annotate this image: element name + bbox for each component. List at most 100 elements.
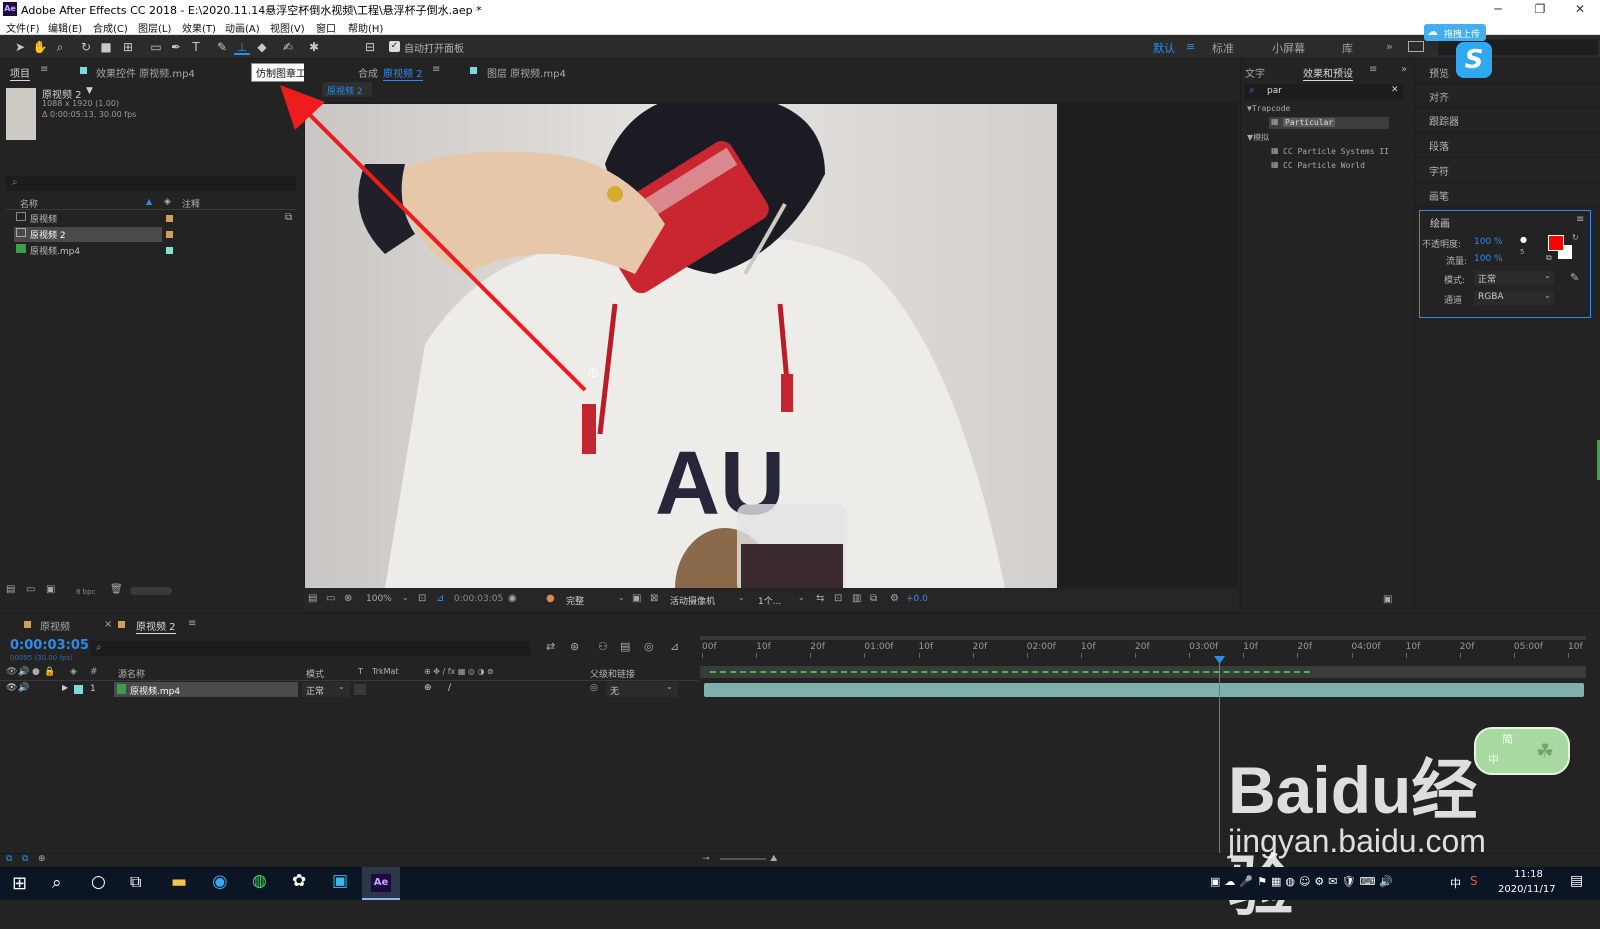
layer-switches-toggle-icon[interactable]: ⧉: [6, 854, 12, 864]
tab-composition[interactable]: 原视频 2: [383, 65, 423, 81]
fast-preview-icon[interactable]: ⊡: [834, 593, 842, 604]
panel-brushes[interactable]: 画笔: [1415, 183, 1600, 207]
grid-icon[interactable]: ⊡: [418, 593, 426, 604]
transfer-controls-toggle-icon[interactable]: ⧉: [22, 854, 28, 864]
mode-select[interactable]: 正常 ⌄: [1474, 271, 1554, 285]
effect-item[interactable]: ▦ CC Particle World: [1271, 160, 1411, 172]
camera-tool-icon[interactable]: ■: [98, 39, 114, 55]
timeline-timecode[interactable]: 0:00:03:05: [10, 638, 89, 653]
menu-animation[interactable]: 动画(A): [225, 20, 260, 35]
hand-tool-icon[interactable]: ✋: [32, 39, 48, 55]
close-tab-icon[interactable]: ×: [104, 619, 112, 630]
trkmat-select[interactable]: [354, 684, 366, 695]
wechat-icon[interactable]: ◍: [252, 871, 267, 891]
effects-search-input[interactable]: ⌕ par ✕: [1245, 84, 1403, 99]
clone-stamp-tool-icon[interactable]: ⊥: [234, 39, 250, 55]
workspace-toggle-icon[interactable]: [1408, 41, 1424, 52]
chevron-down-icon[interactable]: ⌄: [738, 593, 745, 602]
pen-tool-icon[interactable]: ✒: [168, 39, 184, 55]
pick-whip-icon[interactable]: ◎: [590, 683, 598, 693]
effect-item-selected[interactable]: ▦ Particular: [1269, 117, 1389, 129]
paint-panel-menu-icon[interactable]: ≡: [1576, 214, 1584, 225]
expand-icon[interactable]: »: [1401, 64, 1407, 75]
tab-text[interactable]: 文字: [1245, 65, 1265, 80]
tab-layer[interactable]: 图层 原视频.mp4: [487, 65, 566, 80]
transparency-grid-icon[interactable]: ⊿: [436, 593, 444, 604]
column-source-name[interactable]: 源名称: [118, 667, 145, 680]
tree-group-trapcode[interactable]: ▼Trapcode: [1247, 104, 1290, 113]
flowchart-icon[interactable]: ⧉: [870, 593, 877, 604]
edge-browser-icon[interactable]: ◉: [212, 871, 228, 892]
menu-help[interactable]: 帮助(H): [348, 20, 383, 35]
upload-button[interactable]: ☁ 拖拽上传: [1424, 24, 1486, 41]
workspace-library[interactable]: 库: [1342, 40, 1353, 56]
project-item-selected[interactable]: 原视频 2: [14, 227, 162, 242]
resolution-select[interactable]: 完整: [566, 594, 584, 607]
workspace-small-screen[interactable]: 小屏幕: [1272, 40, 1305, 56]
interpret-footage-icon[interactable]: ▤: [6, 584, 15, 595]
text-tool-icon[interactable]: T: [188, 39, 204, 55]
view-layout-select[interactable]: 1个...: [758, 594, 781, 607]
windows-start-icon[interactable]: ⊞: [12, 873, 27, 894]
timeline-icon[interactable]: ▥: [852, 593, 861, 604]
audio-icon[interactable]: 🔊: [18, 683, 29, 693]
thumbnail-slider[interactable]: [130, 587, 172, 595]
workspace-default[interactable]: 默认: [1153, 40, 1175, 56]
workspace-menu-icon[interactable]: ≡: [1186, 40, 1195, 53]
playhead-handle[interactable]: [1214, 656, 1226, 664]
layer-mode-select[interactable]: 正常 ⌄: [302, 682, 350, 697]
pan-behind-tool-icon[interactable]: ⊞: [120, 39, 136, 55]
menu-effect[interactable]: 效果(T): [182, 20, 216, 35]
snapping-icon[interactable]: ⊟: [362, 39, 378, 55]
channel-select[interactable]: RGBA ⌄: [1474, 291, 1554, 305]
region-of-interest-icon[interactable]: ▣: [632, 593, 641, 604]
panel-character[interactable]: 字符: [1415, 158, 1600, 183]
chevron-down-icon[interactable]: ⌄: [402, 593, 409, 602]
chevron-down-icon[interactable]: ⌄: [618, 593, 625, 602]
baidu-netdisk-icon[interactable]: ✿: [292, 871, 306, 891]
task-view-icon[interactable]: ⧉: [130, 872, 141, 892]
tray-icons[interactable]: ▣☁🎤⚑▦◍☺⚙✉🛡⌨🔊: [1210, 875, 1397, 888]
tab-timeline-2[interactable]: 原视频 2: [136, 618, 176, 634]
new-folder-icon[interactable]: ▣: [1383, 594, 1392, 605]
clock-date[interactable]: 2020/11/17: [1498, 884, 1556, 895]
new-composition-icon[interactable]: ▣: [46, 584, 55, 595]
app-icon[interactable]: ▣: [332, 871, 348, 891]
panel-align[interactable]: 对齐: [1415, 84, 1600, 108]
rectangle-tool-icon[interactable]: ▭: [148, 39, 164, 55]
menu-layer[interactable]: 图层(L): [138, 20, 171, 35]
in-out-toggle-icon[interactable]: ⊕: [38, 854, 46, 864]
tab-timeline-1[interactable]: 原视频: [40, 618, 70, 633]
reset-exposure-icon[interactable]: ⚙: [890, 593, 899, 604]
panel-paragraph[interactable]: 段落: [1415, 133, 1600, 158]
menu-edit[interactable]: 编辑(E): [48, 20, 82, 35]
frame-blending-icon[interactable]: ▤: [620, 640, 630, 653]
masks-icon[interactable]: ⊗: [344, 593, 352, 604]
camera-select[interactable]: 活动摄像机: [670, 594, 715, 607]
effect-item[interactable]: ▦ CC Particle Systems II: [1271, 146, 1411, 158]
more-workspaces-icon[interactable]: »: [1386, 40, 1393, 53]
pixel-aspect-icon[interactable]: ⇆: [816, 593, 824, 604]
comp-panel-menu-icon[interactable]: ≡: [432, 64, 440, 75]
project-item[interactable]: 原视频.mp4: [14, 243, 164, 258]
menu-composition[interactable]: 合成(C): [93, 20, 128, 35]
work-area-bar[interactable]: [700, 636, 1586, 640]
rotate-tool-icon[interactable]: ↻: [78, 39, 94, 55]
draft-3d-icon[interactable]: ⊛: [570, 640, 579, 653]
tab-effect-controls[interactable]: 效果控件 原视频.mp4: [96, 65, 195, 80]
tab-effects-presets[interactable]: 效果和预设: [1303, 65, 1353, 81]
time-ruler[interactable]: 00f 10f 20f 01:00f 10f 20f 02:00f 10f 20f 03:00f 1…: [700, 642, 1586, 658]
column-parent[interactable]: 父级和链接: [590, 667, 635, 680]
tab-project[interactable]: 项目: [10, 65, 30, 81]
chevron-down-icon[interactable]: ⌄: [798, 593, 805, 602]
close-button[interactable]: ✕: [1560, 0, 1600, 18]
sogou-logo-icon[interactable]: S: [1456, 42, 1492, 78]
monitor-icon[interactable]: ▭: [326, 593, 335, 604]
motion-blur-icon[interactable]: ◎: [644, 640, 654, 653]
zoom-select[interactable]: 100%: [366, 594, 392, 604]
puppet-tool-icon[interactable]: ✱: [306, 39, 322, 55]
notifications-icon[interactable]: ▤: [1570, 873, 1583, 889]
column-mode[interactable]: 模式: [306, 667, 324, 680]
default-colors-icon[interactable]: ⧉: [1546, 253, 1552, 263]
timeline-menu-icon[interactable]: ≡: [188, 618, 196, 629]
